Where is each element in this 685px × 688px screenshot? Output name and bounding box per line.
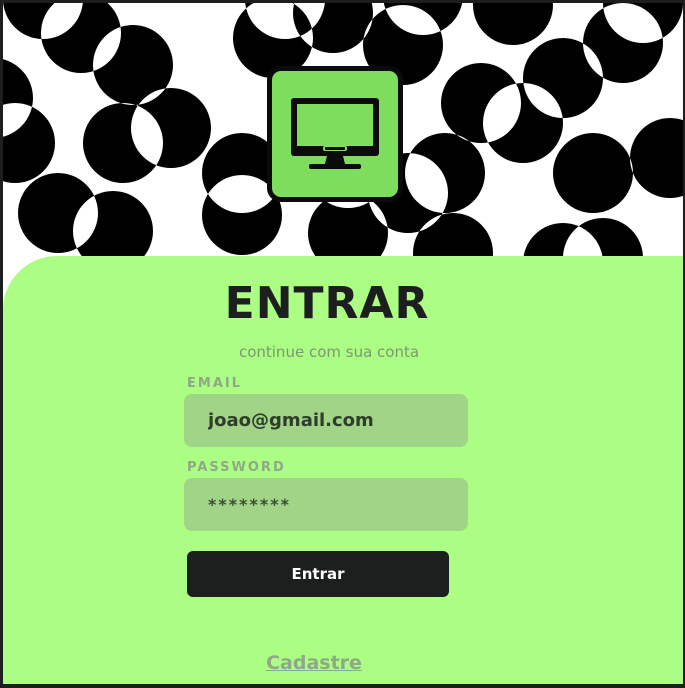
email-field-box[interactable] (184, 394, 468, 447)
monitor-icon (291, 98, 379, 169)
app-logo (267, 66, 403, 202)
login-panel: ENTRAR continue com sua conta EMAIL PASS… (3, 256, 683, 684)
page-subtitle: continue com sua conta (238, 343, 420, 361)
password-input[interactable] (208, 495, 448, 514)
password-label: PASSWORD (187, 460, 286, 475)
email-label: EMAIL (187, 376, 242, 391)
page-title: ENTRAR (224, 278, 430, 329)
password-field-box[interactable] (184, 478, 468, 531)
login-button[interactable]: Entrar (187, 551, 449, 597)
signup-link[interactable]: Cadastre (3, 652, 625, 674)
email-input[interactable] (208, 410, 448, 431)
app-window: ENTRAR continue com sua conta EMAIL PASS… (0, 0, 685, 688)
